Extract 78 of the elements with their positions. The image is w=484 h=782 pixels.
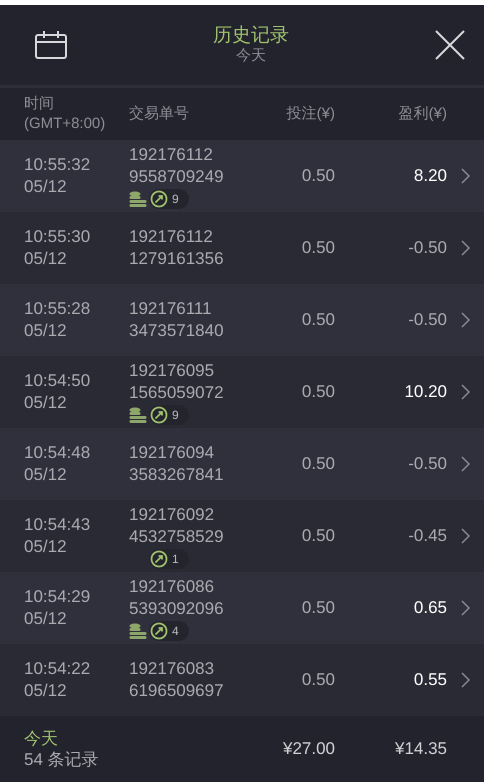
stake-amount: 0.50 xyxy=(300,598,335,618)
trade-date: 05/12 xyxy=(24,392,68,414)
trade-date: 05/12 xyxy=(24,320,68,342)
stake-amount: 0.50 xyxy=(300,670,335,690)
trade-time: 10:55:32 xyxy=(24,154,92,176)
order-number: 1279161356 xyxy=(129,248,225,270)
order-number: 6196509697 xyxy=(129,680,225,702)
chevron-icon[interactable] xyxy=(461,384,470,400)
total-profit: ¥14.35 xyxy=(394,739,447,759)
cashout-badge: 1 xyxy=(149,548,189,568)
profit-amount: -0.50 xyxy=(407,238,447,258)
period-label: 今天 xyxy=(24,728,59,749)
profit-amount: -0.45 xyxy=(407,526,447,546)
chevron-icon[interactable] xyxy=(461,600,470,616)
profit-amount: -0.50 xyxy=(407,454,447,474)
trade-time: 10:55:28 xyxy=(24,298,92,320)
arrow-circle-icon xyxy=(150,406,168,424)
total-stake: ¥27.00 xyxy=(282,739,335,759)
stake-amount: 0.50 xyxy=(300,382,335,402)
stake-amount: 0.50 xyxy=(300,238,335,258)
calendar-button[interactable] xyxy=(34,30,68,60)
cashout-badge: 9 xyxy=(149,404,189,424)
profit-amount: 8.20 xyxy=(412,166,447,186)
column-header: 盈利(¥) xyxy=(398,104,447,124)
column-header: 交易单号 xyxy=(129,104,190,124)
order-number: 5393092096 xyxy=(129,598,225,620)
order-number: 9558709249 xyxy=(129,166,225,188)
order-number: 192176086 xyxy=(129,576,216,598)
order-number: 3583267841 xyxy=(129,464,225,486)
chevron-icon[interactable] xyxy=(461,672,470,688)
chevron-icon[interactable] xyxy=(461,528,470,544)
trade-date: 05/12 xyxy=(24,464,68,486)
trade-date: 05/12 xyxy=(24,680,68,702)
stake-amount: 0.50 xyxy=(300,310,335,330)
trade-date: 05/12 xyxy=(24,176,68,198)
record-count: 54 条记录 xyxy=(24,749,100,770)
order-number: 192176083 xyxy=(129,658,216,680)
close-button[interactable] xyxy=(434,29,466,61)
profit-amount: 10.20 xyxy=(403,382,447,402)
trade-date: 05/12 xyxy=(24,536,68,558)
order-number: 1565059072 xyxy=(129,382,225,404)
trade-date: 05/12 xyxy=(24,608,68,630)
trade-time: 10:54:22 xyxy=(24,658,92,680)
cashout-badge: 4 xyxy=(149,620,189,640)
arrow-circle-icon xyxy=(150,190,168,208)
arrow-circle-icon xyxy=(150,550,168,568)
column-header: 时间 (GMT+8:00) xyxy=(24,94,106,134)
chevron-icon[interactable] xyxy=(461,456,470,472)
stake-amount: 0.50 xyxy=(300,166,335,186)
order-number: 192176112 xyxy=(129,144,214,166)
profit-amount: 0.65 xyxy=(412,598,447,618)
trade-time: 10:55:30 xyxy=(24,226,92,248)
trade-time: 10:54:50 xyxy=(24,370,92,392)
order-number: 3473571840 xyxy=(129,320,225,342)
arrow-circle-icon xyxy=(150,622,168,640)
chevron-icon[interactable] xyxy=(461,312,470,328)
cashout-badge: 9 xyxy=(149,188,189,208)
trade-time: 10:54:48 xyxy=(24,442,92,464)
order-number: 192176094 xyxy=(129,442,216,464)
stake-amount: 0.50 xyxy=(300,526,335,546)
order-number: 192176092 xyxy=(129,504,216,526)
order-number: 4532758529 xyxy=(129,526,225,548)
order-number: 192176112 xyxy=(129,226,214,248)
order-number: 192176111 xyxy=(129,298,213,320)
trade-time: 10:54:29 xyxy=(24,586,92,608)
stake-amount: 0.50 xyxy=(300,454,335,474)
profit-amount: -0.50 xyxy=(407,310,447,330)
trade-time: 10:54:43 xyxy=(24,514,92,536)
column-header: 投注(¥) xyxy=(286,104,335,124)
close-icon xyxy=(434,29,466,61)
page-subtitle: 今天 xyxy=(236,47,266,65)
page-title: 历史记录 xyxy=(213,25,289,47)
trade-date: 05/12 xyxy=(24,248,68,270)
order-number: 192176095 xyxy=(129,360,216,382)
chevron-icon[interactable] xyxy=(461,240,470,256)
chevron-icon[interactable] xyxy=(461,168,470,184)
profit-amount: 0.55 xyxy=(412,670,447,690)
calendar-icon xyxy=(34,30,68,60)
